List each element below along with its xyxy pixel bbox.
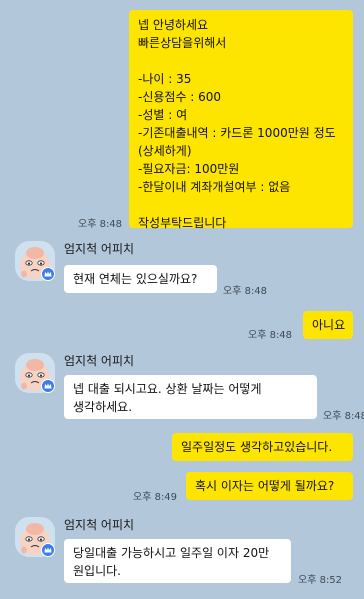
my-message-bubble[interactable]: 넵 안녕하세요 빠른상담을위해서 -나이 : 35 -신용점수 : 600 -성… <box>129 10 353 230</box>
message-timestamp: 오후 8:48 <box>323 411 364 422</box>
message-timestamp: 오후 8:48 <box>248 330 293 341</box>
message-timestamp: 오후 8:52 <box>298 575 343 586</box>
crown-badge-icon <box>41 379 55 393</box>
message-timestamp: 오후 8:49 <box>133 492 178 503</box>
their-message-bubble[interactable]: 넵 대출 되시고요. 상환 날짜는 어떻게 생각하세요. <box>64 375 317 419</box>
my-message-bubble[interactable]: 아니요 <box>303 311 353 339</box>
crown-badge-icon <box>41 543 55 557</box>
my-message-bubble[interactable]: 일주일정도 생각하고있습니다. <box>172 433 353 461</box>
their-message-bubble[interactable]: 당일대출 가능하시고 일주일 이자 20만 원입니다. <box>64 539 291 583</box>
crown-badge-icon <box>41 267 55 281</box>
sender-name: 엄지척 어피치 <box>64 518 135 532</box>
sender-name: 엄지척 어피치 <box>64 242 135 256</box>
sender-name: 엄지척 어피치 <box>64 354 135 368</box>
their-message-bubble[interactable]: 현재 연체는 있으실까요? <box>64 265 217 293</box>
message-timestamp: 오후 8:48 <box>223 286 268 297</box>
my-message-bubble[interactable]: 혹시 이자는 어떻게 될까요? <box>186 472 353 500</box>
message-timestamp: 오후 8:48 <box>78 219 123 230</box>
